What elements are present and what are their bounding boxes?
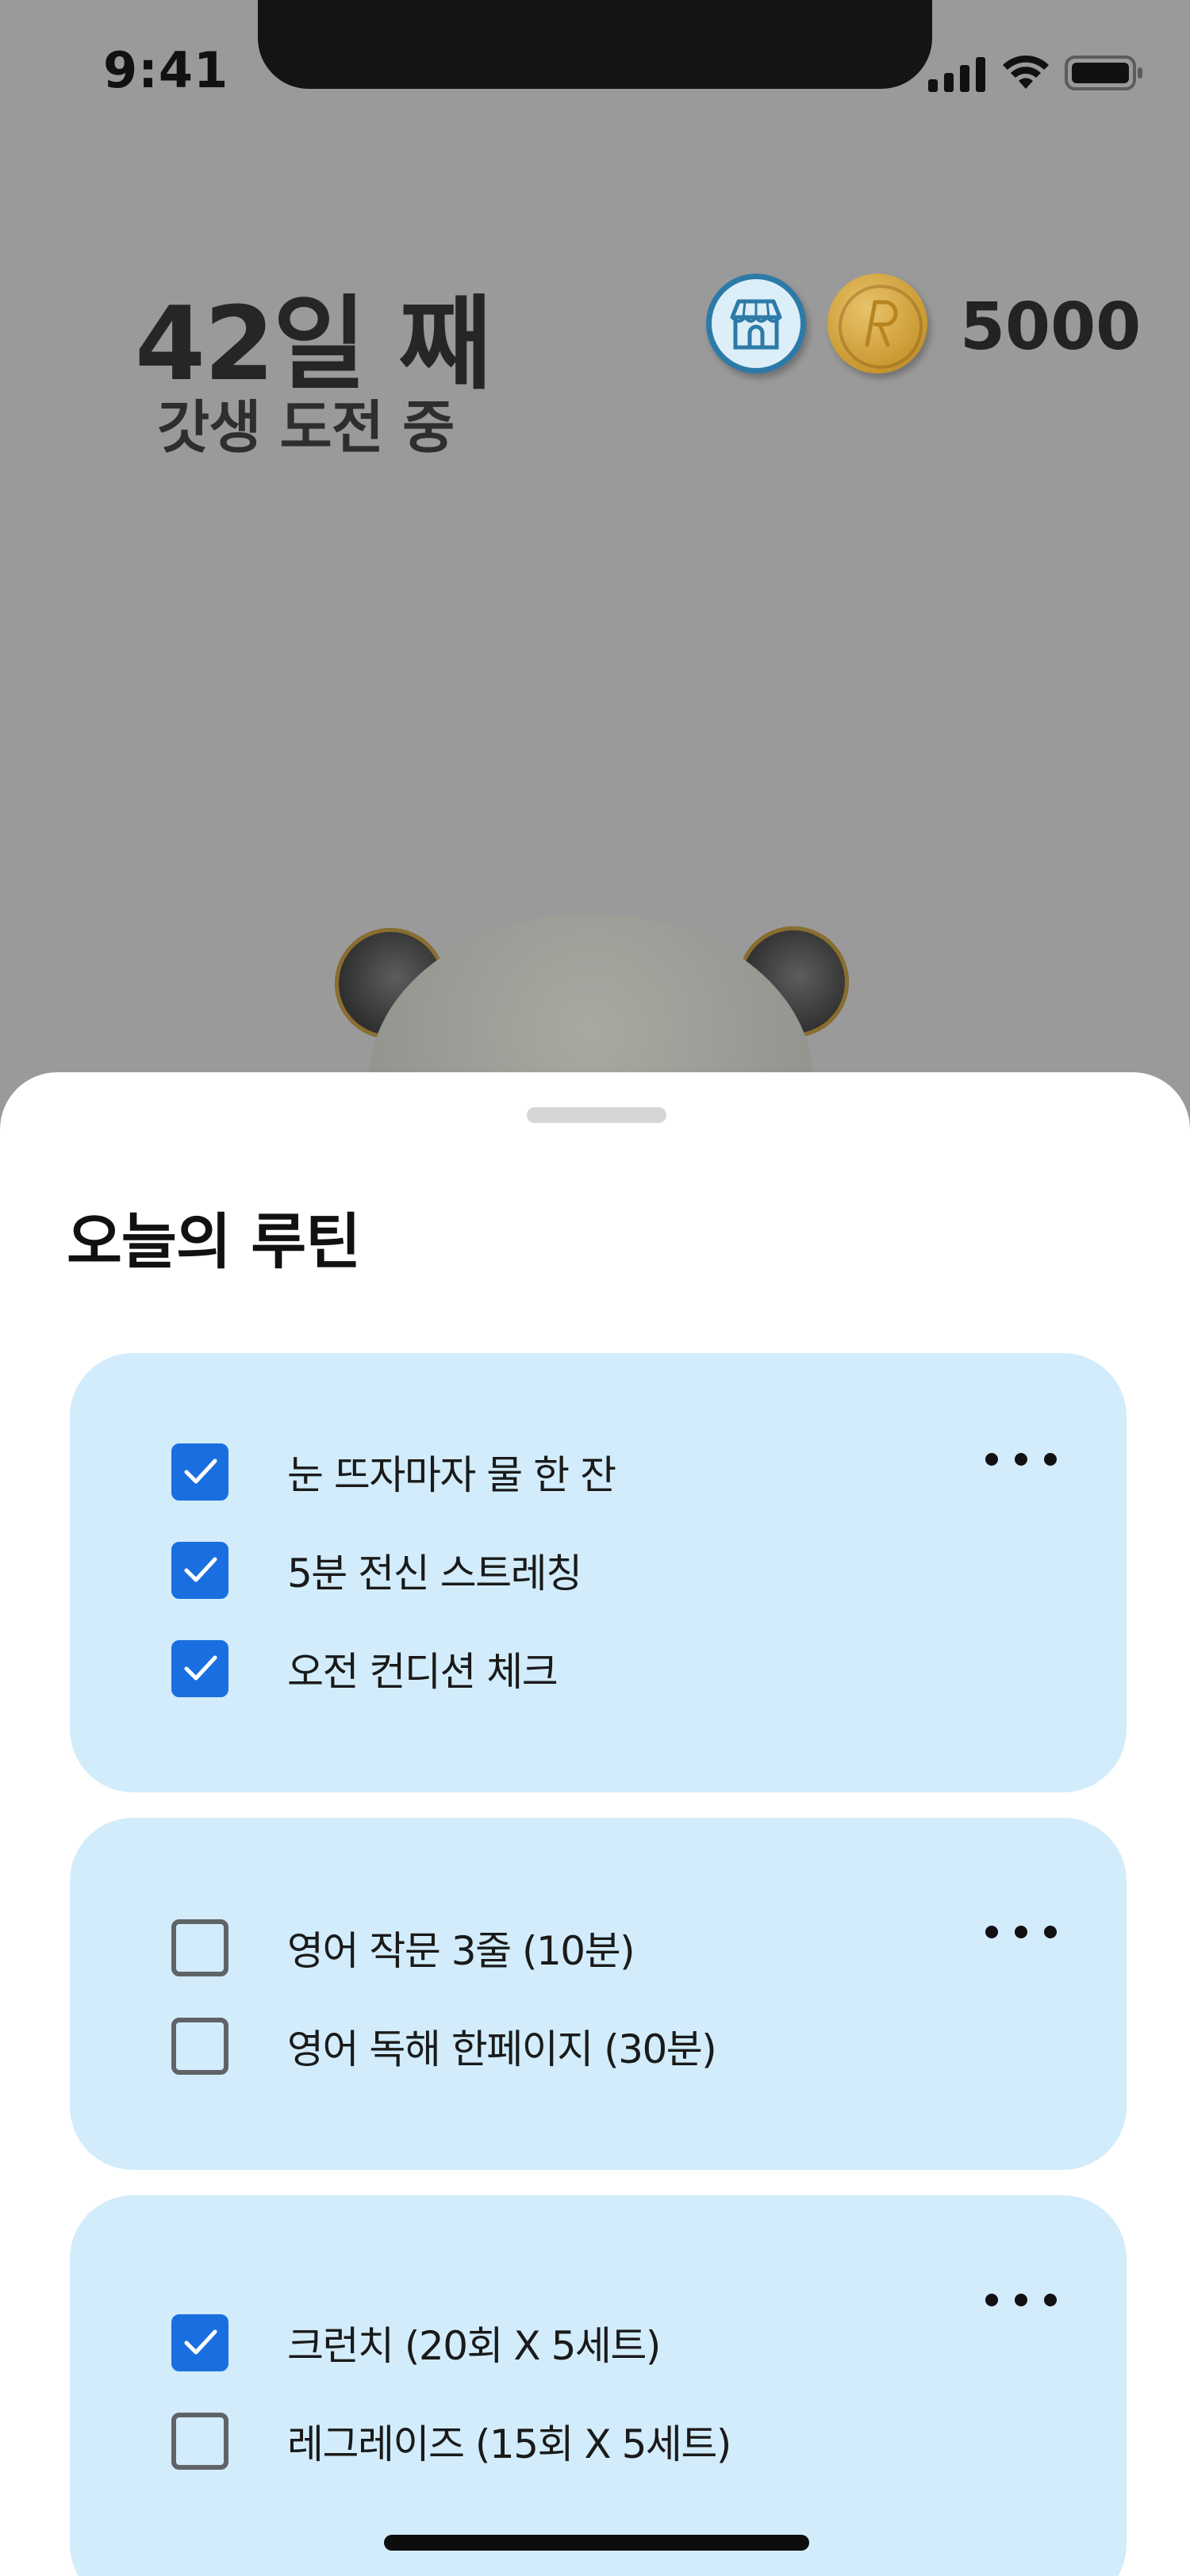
task-label: 영어 작문 3줄 (10분) xyxy=(287,1928,635,1974)
routine-card: 크런치 (20회 X 5세트) 레그레이즈 (15회 X 5세트) xyxy=(70,2195,1127,2576)
task-row[interactable]: 레그레이즈 (15회 X 5세트) xyxy=(171,2409,731,2473)
status-time: 9:41 xyxy=(103,41,229,99)
task-label: 크런치 (20회 X 5세트) xyxy=(287,2323,661,2369)
task-row[interactable]: 5분 전신 스트레칭 xyxy=(171,1539,582,1602)
task-checkbox[interactable] xyxy=(171,2314,228,2371)
more-dot-icon xyxy=(1015,1926,1027,1938)
shop-icon xyxy=(730,299,782,350)
more-options-button[interactable] xyxy=(985,1443,1057,1475)
checkmark-icon xyxy=(184,1557,217,1582)
more-dot-icon xyxy=(985,1453,998,1466)
task-checkbox[interactable] xyxy=(171,1640,228,1697)
coin-r-mark-icon xyxy=(865,300,898,347)
more-dot-icon xyxy=(1044,1453,1057,1466)
panda-character xyxy=(325,904,873,1079)
task-checkbox[interactable] xyxy=(171,1919,228,1976)
task-checkbox[interactable] xyxy=(171,1542,228,1599)
task-row[interactable]: 눈 뜨자마자 물 한 잔 xyxy=(171,1440,616,1504)
task-checkbox[interactable] xyxy=(171,1443,228,1501)
task-label: 영어 독해 한페이지 (30분) xyxy=(287,2026,717,2072)
task-row[interactable]: 오전 컨디션 체크 xyxy=(171,1637,559,1700)
wifi-icon xyxy=(1003,55,1049,89)
sheet-grabber[interactable] xyxy=(527,1107,666,1123)
more-dot-icon xyxy=(1015,2294,1027,2306)
task-checkbox[interactable] xyxy=(171,2018,228,2075)
device-notch xyxy=(258,0,932,89)
task-row[interactable]: 크런치 (20회 X 5세트) xyxy=(171,2311,661,2375)
battery-icon xyxy=(1065,56,1142,90)
shop-button[interactable] xyxy=(706,274,806,374)
task-label: 레그레이즈 (15회 X 5세트) xyxy=(287,2421,731,2467)
coin-balance: 5000 xyxy=(960,289,1142,365)
checkmark-icon xyxy=(184,1459,217,1484)
task-label: 오전 컨디션 체크 xyxy=(287,1649,559,1695)
more-dot-icon xyxy=(985,1926,998,1938)
status-icons xyxy=(928,49,1150,97)
cellular-signal-icon xyxy=(928,57,985,92)
challenge-subtitle: 갓생 도전 중 xyxy=(157,394,455,461)
home-indicator[interactable] xyxy=(384,2535,809,2551)
task-label: 5분 전신 스트레칭 xyxy=(287,1551,582,1597)
routine-card: 눈 뜨자마자 물 한 잔 5분 전신 스트레칭 오전 컨디션 체크 xyxy=(70,1353,1127,1792)
task-row[interactable]: 영어 독해 한페이지 (30분) xyxy=(171,2014,717,2078)
sheet-title: 오늘의 루틴 xyxy=(67,1206,361,1277)
coin-icon xyxy=(827,274,927,374)
more-dot-icon xyxy=(1044,1926,1057,1938)
checkmark-icon xyxy=(184,2329,217,2355)
more-options-button[interactable] xyxy=(985,1916,1057,1948)
more-options-button[interactable] xyxy=(985,2284,1057,2316)
task-row[interactable]: 영어 작문 3줄 (10분) xyxy=(171,1916,635,1980)
status-bar: 9:41 xyxy=(0,0,1190,103)
panda-head xyxy=(369,914,813,1079)
routine-card: 영어 작문 3줄 (10분) 영어 독해 한페이지 (30분) xyxy=(70,1818,1127,2170)
checkmark-icon xyxy=(184,1655,217,1681)
more-dot-icon xyxy=(1044,2294,1057,2306)
task-checkbox[interactable] xyxy=(171,2413,228,2470)
routine-bottom-sheet: 오늘의 루틴 눈 뜨자마자 물 한 잔 5분 전신 스트레칭 오전 컨디션 체크 xyxy=(0,1072,1190,2576)
more-dot-icon xyxy=(985,2294,998,2306)
task-label: 눈 뜨자마자 물 한 잔 xyxy=(287,1452,616,1498)
more-dot-icon xyxy=(1015,1453,1027,1466)
